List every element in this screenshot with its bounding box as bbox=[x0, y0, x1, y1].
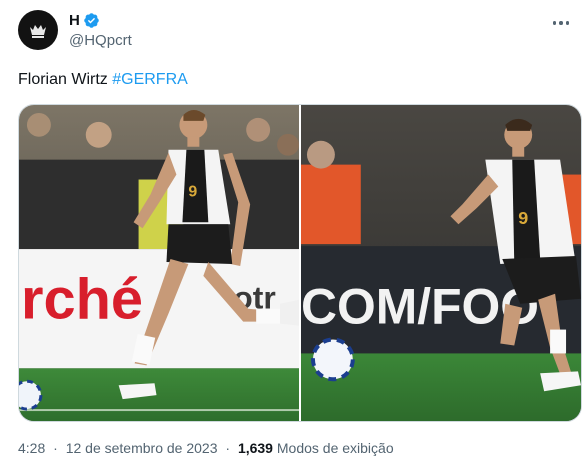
media-grid: rché otr 9 COM/FOO 9 bbox=[18, 104, 582, 422]
verified-badge-icon[interactable] bbox=[83, 12, 100, 29]
more-options-icon[interactable] bbox=[548, 14, 574, 32]
author-names: H @HQpcrt bbox=[69, 10, 132, 50]
display-name-row: H bbox=[69, 10, 132, 30]
photo-1-image: rché otr 9 bbox=[19, 105, 299, 421]
author-handle[interactable]: @HQpcrt bbox=[69, 32, 132, 49]
tweet-text-body: Florian Wirtz bbox=[18, 71, 108, 88]
meta-separator: · bbox=[225, 440, 231, 456]
tweet-time[interactable]: 4:28 bbox=[18, 440, 45, 456]
tweet-text: Florian Wirtz #GERFRA bbox=[18, 70, 188, 90]
photo-2[interactable]: COM/FOO 9 bbox=[301, 105, 581, 421]
avatar-logo-icon bbox=[30, 25, 46, 38]
views-count: 1,639 bbox=[237, 440, 273, 456]
hashtag-link[interactable]: #GERFRA bbox=[112, 71, 188, 88]
more-dot bbox=[559, 21, 563, 25]
more-dot bbox=[565, 21, 570, 25]
ad-board-text-1: rché bbox=[21, 268, 143, 332]
meta-separator: · bbox=[53, 440, 58, 456]
tweet-date[interactable]: 12 de setembro de 2023 bbox=[66, 440, 218, 456]
photo-2-image: COM/FOO 9 bbox=[301, 105, 581, 421]
views-label: Modos de exibição bbox=[276, 440, 394, 456]
tweet-header: H @HQpcrt bbox=[18, 10, 578, 54]
photo-1[interactable]: rché otr 9 bbox=[19, 105, 299, 421]
display-name[interactable]: H bbox=[69, 12, 80, 29]
svg-text:9: 9 bbox=[188, 183, 197, 200]
svg-text:9: 9 bbox=[518, 208, 528, 228]
tweet-meta: 4:28 · 12 de setembro de 2023 · 1,639 Mo… bbox=[18, 440, 394, 456]
avatar[interactable] bbox=[18, 10, 58, 50]
more-dot bbox=[552, 21, 557, 25]
